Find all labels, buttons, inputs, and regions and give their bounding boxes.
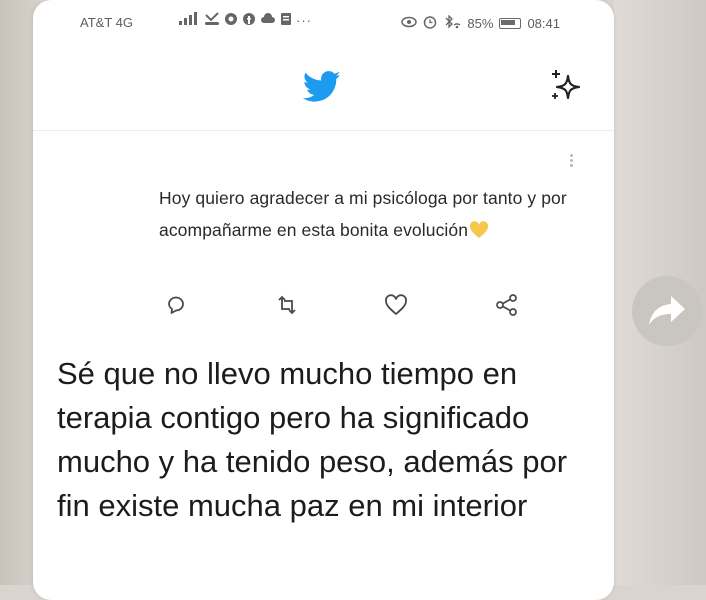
more-options-icon[interactable]: [567, 152, 575, 172]
forward-button[interactable]: [632, 276, 702, 346]
twitter-bird-icon[interactable]: [302, 70, 341, 104]
phone-status-bar: AT&T 4G ··· 85% 08:41: [33, 10, 614, 36]
screenshot-message-bubble: AT&T 4G ··· 85% 08:41 Hoy quiero agradec…: [33, 0, 614, 600]
reply-icon[interactable]: [161, 290, 191, 320]
alarm-icon: [423, 15, 437, 32]
forward-arrow-icon: [649, 296, 685, 325]
tweet-text: Hoy quiero agradecer a mi psicóloga por …: [159, 182, 579, 246]
eye-icon: [401, 16, 418, 31]
chat-message-text: Sé que no llevo mucho tiempo en terapia …: [57, 356, 568, 523]
tweet-actions: [33, 290, 614, 320]
clock-time: 08:41: [527, 16, 560, 31]
status-icons-left: ···: [178, 12, 312, 29]
missed-call-icon: [204, 12, 220, 29]
cloud-icon: [260, 12, 276, 29]
battery-percent: 85%: [467, 16, 494, 31]
battery-icon: [499, 18, 522, 29]
app-notification-icon: [224, 12, 238, 29]
sparkle-icon[interactable]: [545, 66, 585, 106]
signal-icon: [178, 12, 200, 29]
retweet-icon[interactable]: [272, 290, 302, 320]
document-icon: [280, 12, 292, 29]
facebook-icon: [242, 12, 256, 29]
more-notifications-icon: ···: [296, 13, 312, 28]
carrier-label: AT&T 4G: [80, 15, 133, 30]
status-icons-right: 85% 08:41: [401, 14, 560, 32]
tweet-body: Hoy quiero agradecer a mi psicóloga por …: [159, 188, 567, 240]
yellow-heart-icon: [469, 217, 489, 238]
bluetooth-wifi-icon: [443, 14, 461, 32]
share-icon[interactable]: [492, 290, 522, 320]
like-icon[interactable]: [381, 290, 411, 320]
twitter-app-header: [33, 60, 614, 120]
header-divider: [33, 130, 614, 131]
